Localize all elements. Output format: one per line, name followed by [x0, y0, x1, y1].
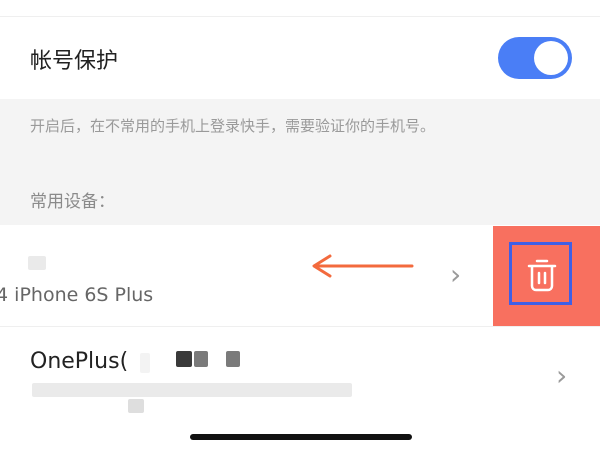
account-protection-label: 帐号保护: [30, 49, 119, 74]
redacted-text: [176, 351, 192, 367]
chevron-right-icon: ›: [556, 359, 568, 392]
redacted-text: [194, 351, 208, 367]
device-row-oneplus[interactable]: OnePlus( ›: [0, 327, 600, 427]
redacted-text: [140, 353, 150, 373]
trash-icon: [527, 259, 557, 292]
top-divider: [0, 0, 600, 17]
account-protection-row: 帐号保护: [0, 17, 600, 99]
settings-info-band: 开启后，在不常用的手机上登录快手，需要验证你的手机号。 常用设备：: [0, 99, 600, 225]
home-indicator: [190, 434, 412, 440]
redacted-text: [226, 351, 240, 367]
devices-section-title: 常用设备：: [30, 192, 115, 212]
arrow-left-icon: [312, 254, 414, 278]
chevron-right-icon: ›: [450, 258, 462, 291]
redacted-text: [128, 399, 144, 413]
redacted-text: [28, 256, 46, 270]
account-protection-toggle[interactable]: [498, 37, 572, 79]
delete-highlight-box: [509, 242, 572, 305]
device-name: OnePlus(: [30, 349, 129, 374]
device-row-iphone[interactable]: .4 iPhone 6S Plus ›: [0, 226, 600, 327]
device-name: .4 iPhone 6S Plus: [0, 284, 154, 306]
account-protection-hint: 开启后，在不常用的手机上登录快手，需要验证你的手机号。: [30, 117, 436, 135]
toggle-knob: [534, 41, 568, 75]
delete-device-button[interactable]: [493, 226, 600, 326]
redacted-text: [32, 383, 352, 397]
